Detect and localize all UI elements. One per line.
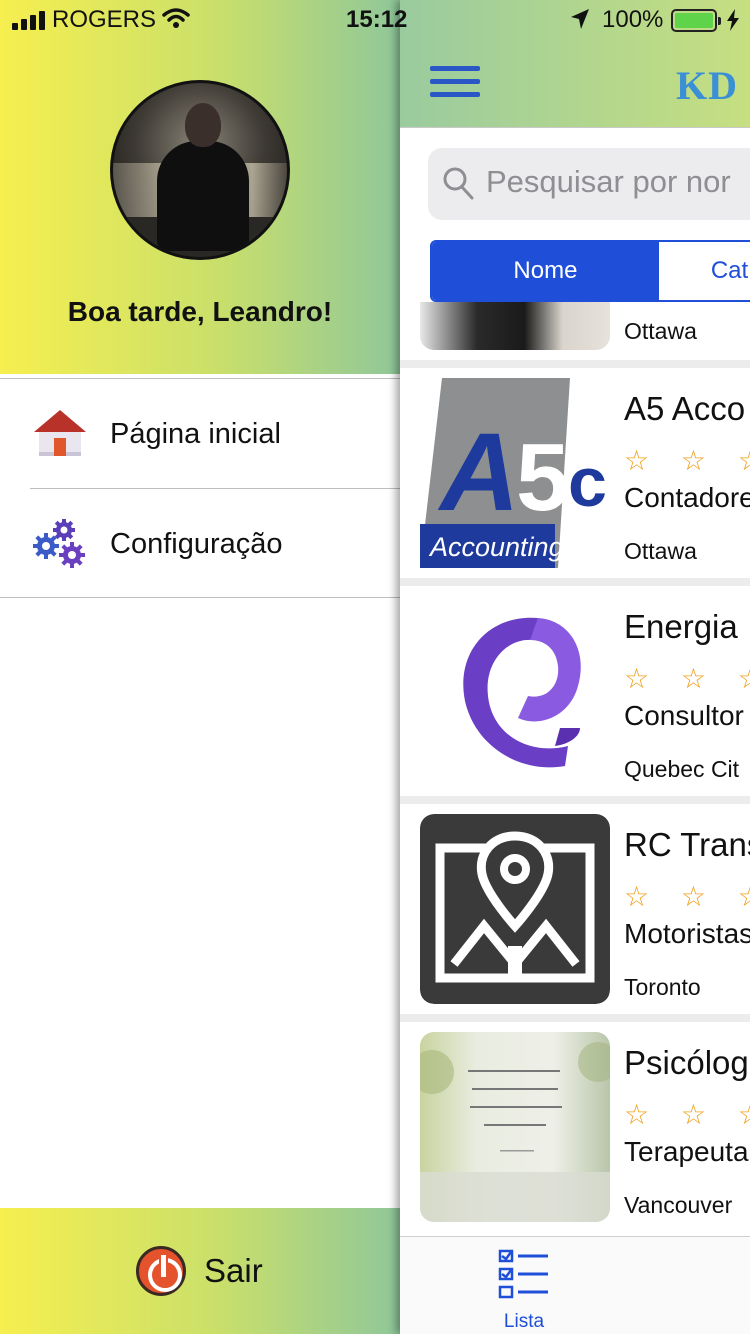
- segmented-control: Nome Cat: [430, 240, 750, 302]
- greeting-text: Boa tarde, Leandro!: [67, 296, 333, 327]
- gears-icon: [33, 519, 85, 568]
- side-drawer: Boa tarde, Leandro! Página inicial Confi…: [0, 0, 400, 1334]
- wifi-icon: [162, 8, 190, 28]
- search-input[interactable]: Pesquisar por nor: [428, 148, 750, 220]
- divider: [0, 378, 400, 379]
- segment-name[interactable]: Nome: [432, 242, 659, 300]
- listing-title: Energia: [624, 608, 738, 645]
- listing-title: A5 Acco: [624, 390, 746, 427]
- listing-category: Consultor: [624, 700, 744, 731]
- location-arrow-icon: [571, 9, 589, 29]
- drawer-footer: Sair: [0, 1208, 400, 1334]
- listing-city: Vancouver: [624, 1192, 733, 1218]
- divider: [30, 488, 400, 489]
- logout-label: Sair: [204, 1252, 263, 1289]
- listing-thumbnail: [420, 302, 610, 350]
- logout-button[interactable]: Sair: [136, 1246, 263, 1296]
- listing-city: Ottawa: [624, 318, 697, 344]
- thumb-text: Accounting: [428, 532, 564, 562]
- rating-stars: ☆ ☆ ☆ ☆: [624, 663, 750, 694]
- listing-list: Ottawa A 5 c Accounting A5 Acco ☆ ☆ ☆ Co…: [400, 302, 750, 1236]
- carrier-name: ROGERS: [52, 6, 157, 33]
- clock: 15:12: [346, 6, 408, 33]
- menu-label-home: Página inicial: [110, 417, 281, 450]
- hamburger-icon[interactable]: [430, 62, 480, 102]
- listing-title: Psicólog: [624, 1044, 749, 1081]
- battery-percent: 100%: [602, 6, 664, 33]
- listing-thumbnail: [420, 1032, 610, 1222]
- listing-category: Motoristas: [624, 918, 750, 949]
- list-item[interactable]: Psicólog ☆ ☆ ☆ ☆ Terapeuta Vancouver: [400, 1022, 750, 1236]
- tab-lista[interactable]: Lista: [496, 1249, 552, 1332]
- svg-text:A: A: [437, 411, 519, 534]
- segment-category[interactable]: Cat: [658, 242, 750, 300]
- tab-label: Lista: [503, 1311, 545, 1332]
- rating-stars: ☆ ☆ ☆ ☆: [624, 881, 750, 912]
- listing-thumbnail: [420, 596, 610, 786]
- svg-text:5: 5: [516, 424, 569, 531]
- list-item[interactable]: Ottawa: [400, 302, 750, 368]
- house-icon: [34, 410, 86, 456]
- listing-title: RC Trans: [624, 826, 750, 863]
- search-placeholder: Pesquisar por nor: [486, 164, 731, 199]
- listing-category: Contadore: [624, 482, 750, 513]
- rating-stars: ☆ ☆ ☆ ☆: [624, 1099, 750, 1130]
- listing-thumbnail: A 5 c Accounting: [420, 378, 610, 568]
- listing-city: Quebec Cit: [624, 756, 740, 782]
- drawer-header: Boa tarde, Leandro!: [0, 0, 400, 374]
- list-item[interactable]: Energia ☆ ☆ ☆ ☆ Consultor Quebec Cit: [400, 586, 750, 804]
- list-item[interactable]: A 5 c Accounting A5 Acco ☆ ☆ ☆ Contadore…: [400, 368, 750, 586]
- search-icon: [443, 167, 474, 200]
- menu-label-settings: Configuração: [110, 527, 283, 560]
- rating-stars: ☆ ☆ ☆: [624, 445, 750, 476]
- map-placeholder-icon: [420, 814, 610, 1004]
- menu-item-settings[interactable]: Configuração: [0, 490, 400, 598]
- battery-icon: [671, 9, 721, 32]
- avatar: [110, 80, 290, 260]
- listing-city: Toronto: [624, 974, 701, 1000]
- checklist-icon: [498, 1249, 548, 1299]
- signal-icon: [12, 10, 45, 30]
- brand-logo: KD: [676, 63, 738, 108]
- list-item[interactable]: RC Trans ☆ ☆ ☆ ☆ Motoristas Toronto: [400, 804, 750, 1022]
- tab-bar: Lista: [400, 1236, 750, 1334]
- listing-category: Terapeuta: [624, 1136, 749, 1167]
- main-panel: KD Pesquisar por nor Nome Cat Ottawa A 5…: [400, 0, 750, 1334]
- status-bar: ROGERS 15:12 100%: [0, 0, 750, 40]
- svg-text:c: c: [568, 443, 607, 521]
- divider: [0, 597, 400, 598]
- power-icon: [136, 1246, 186, 1296]
- listing-city: Ottawa: [624, 538, 697, 564]
- menu-item-home[interactable]: Página inicial: [0, 380, 400, 488]
- charging-bolt-icon: [727, 9, 739, 31]
